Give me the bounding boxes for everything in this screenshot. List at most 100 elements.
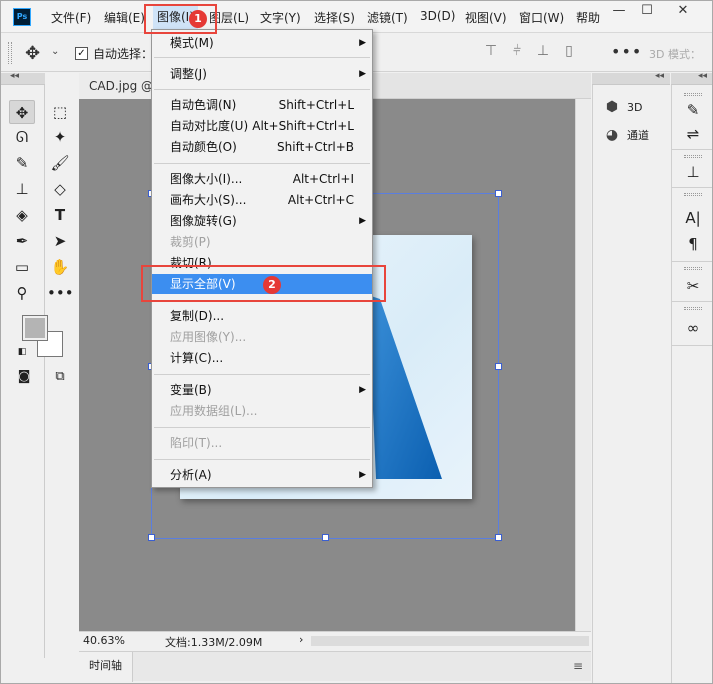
magic-wand-tool-icon[interactable]: ✦ [47, 125, 73, 149]
horizontal-scrollbar[interactable] [311, 636, 589, 646]
menu-item-mode[interactable]: 模式(M) ▶ [152, 33, 372, 53]
align-buttons: ⊤ ⫩ ⊥ [483, 43, 551, 61]
marquee-tool-icon[interactable]: ⬚ [47, 100, 73, 124]
tool-presets-icon[interactable]: ✂ [680, 275, 706, 297]
vertical-scrollbar[interactable] [575, 99, 591, 631]
status-bar: 40.63% 文档:1.33M/2.09M › [79, 631, 591, 649]
right-panel-3d-channels: ⬢ 3D ◕ 通道 [592, 85, 670, 683]
panel-divider [672, 187, 712, 188]
menu-separator [154, 57, 370, 58]
menu-help[interactable]: 帮助 [576, 9, 600, 26]
panel-3d[interactable]: ⬢ 3D [603, 96, 643, 118]
align-vcenter-icon[interactable]: ⫩ [509, 43, 525, 61]
menu-item-adjustments[interactable]: 调整(J) ▶ [152, 64, 372, 84]
hand-tool-icon[interactable]: ✋ [47, 255, 73, 279]
right-panel-2-header[interactable]: ◂◂ [671, 71, 712, 85]
panel-grip[interactable] [684, 267, 702, 270]
cube-icon: ⬢ [605, 99, 619, 115]
right-panel-header[interactable]: ◂◂ [592, 71, 670, 85]
menu-type[interactable]: 文字(Y) [260, 9, 301, 26]
path-selection-tool-icon[interactable]: ➤ [47, 229, 73, 253]
paragraph-icon[interactable]: ¶ [680, 233, 706, 255]
align-top-icon[interactable]: ⊤ [483, 43, 499, 61]
collapse-icon[interactable]: ◂◂ [655, 71, 664, 81]
toolbar-header[interactable]: ◂◂ [1, 71, 45, 85]
panel-divider [672, 261, 712, 262]
auto-select-checkbox[interactable]: ✓ [75, 47, 88, 60]
rectangle-tool-icon[interactable]: ▭ [9, 255, 35, 279]
minimize-button[interactable]: — [607, 3, 631, 21]
menu-separator [154, 163, 370, 164]
clone-source-icon[interactable]: ⊥ [680, 161, 706, 183]
image-menu-dropdown: 模式(M) ▶ 调整(J) ▶ 自动色调(N) Shift+Ctrl+L 自动对比度(… [151, 29, 373, 488]
menu-item-auto-color[interactable]: 自动颜色(O) Shift+Ctrl+B [152, 137, 372, 157]
panel-channels[interactable]: ◕ 通道 [603, 124, 649, 146]
align-extra-icon[interactable]: ▯ [561, 43, 577, 61]
align-bottom-icon[interactable]: ⊥ [535, 43, 551, 61]
timeline-tab[interactable]: 时间轴 [79, 652, 133, 682]
panel-grip[interactable] [684, 155, 702, 158]
menu-item-canvas-size[interactable]: 画布大小(S)... Alt+Ctrl+C [152, 190, 372, 210]
collapse-icon[interactable]: ◂◂ [698, 71, 707, 81]
menu-separator [154, 374, 370, 375]
menu-item-auto-tone[interactable]: 自动色调(N) Shift+Ctrl+L [152, 95, 372, 115]
collapse-icon[interactable]: ◂◂ [10, 71, 19, 81]
character-icon[interactable]: A| [680, 207, 706, 229]
stamp-tool-icon[interactable]: ⊥ [9, 177, 35, 201]
menu-3d[interactable]: 3D(D) [420, 9, 455, 23]
eyedropper-tool-icon[interactable]: ✎ [9, 151, 35, 175]
creative-cloud-libraries-icon[interactable]: ∞ [680, 317, 706, 339]
status-menu-arrow-icon[interactable]: › [299, 633, 303, 646]
menu-item-duplicate[interactable]: 复制(D)... [152, 306, 372, 326]
lasso-tool-icon[interactable]: ᘏ [9, 125, 35, 149]
menu-item-auto-contrast[interactable]: 自动对比度(U) Alt+Shift+Ctrl+L [152, 116, 372, 136]
transform-handle[interactable] [495, 190, 502, 197]
transform-handle[interactable] [495, 534, 502, 541]
panel-grip[interactable] [684, 93, 702, 96]
quick-mask-icon[interactable]: ◙ [11, 365, 37, 389]
more-tools-icon[interactable]: ••• [47, 281, 74, 305]
paint-bucket-tool-icon[interactable]: ◈ [9, 203, 35, 227]
type-tool-icon[interactable]: T [47, 203, 73, 227]
menu-separator [154, 427, 370, 428]
menu-item-variables[interactable]: 变量(B) ▶ [152, 380, 372, 400]
panel-grip[interactable] [684, 307, 702, 310]
brush-presets-icon[interactable]: ⇌ [680, 123, 706, 145]
panel-menu-icon[interactable]: ≡ [573, 659, 583, 673]
menu-filter[interactable]: 滤镜(T) [367, 9, 408, 26]
brush-tool-icon[interactable]: 🖌 [47, 151, 73, 175]
menu-view[interactable]: 视图(V) [465, 9, 507, 26]
screen-mode-icon[interactable]: ⧉ [47, 365, 73, 389]
transform-handle[interactable] [495, 363, 502, 370]
pen-tool-icon[interactable]: ✒ [9, 229, 35, 253]
options-bar-grip[interactable] [8, 42, 12, 64]
maximize-button[interactable]: ☐ [635, 3, 659, 21]
zoom-level[interactable]: 40.63% [83, 634, 125, 647]
zoom-tool-icon[interactable]: ⚲ [9, 281, 35, 305]
close-button[interactable]: ✕ [671, 3, 695, 21]
menu-item-image-size[interactable]: 图像大小(I)... Alt+Ctrl+I [152, 169, 372, 189]
toolbar-column-2: ⬚ ✦ 🖌 ◇ T ➤ ✋ ••• ⧉ [45, 85, 79, 658]
transform-handle[interactable] [322, 534, 329, 541]
menu-item-calculations[interactable]: 计算(C)... [152, 348, 372, 368]
menu-item-image-rotation[interactable]: 图像旋转(G) ▶ [152, 211, 372, 231]
menu-window[interactable]: 窗口(W) [519, 9, 564, 26]
panel-grip[interactable] [684, 193, 702, 196]
move-tool-icon[interactable]: ✥ [9, 100, 35, 124]
document-info: 文档:1.33M/2.09M [165, 636, 263, 649]
menu-item-analysis[interactable]: 分析(A) ▶ [152, 465, 372, 485]
menu-select[interactable]: 选择(S) [314, 9, 355, 26]
annotation-badge-step2: 2 [263, 276, 281, 294]
chevron-down-icon[interactable]: ⌄ [51, 46, 59, 57]
eraser-tool-icon[interactable]: ◇ [47, 177, 73, 201]
transform-handle[interactable] [148, 534, 155, 541]
default-colors-icon[interactable]: ◧ [9, 340, 35, 364]
foreground-color-swatch[interactable] [22, 315, 48, 341]
menu-edit[interactable]: 编辑(E) [104, 9, 145, 26]
more-options-icon[interactable]: ••• [611, 42, 642, 61]
menu-item-apply-image: 应用图像(Y)... [170, 330, 247, 344]
move-tool-icon[interactable]: ✥ [25, 43, 40, 64]
menu-file[interactable]: 文件(F) [51, 9, 91, 26]
photoshop-logo-icon: Ps [13, 8, 31, 26]
brush-settings-icon[interactable]: ✎ [680, 99, 706, 121]
